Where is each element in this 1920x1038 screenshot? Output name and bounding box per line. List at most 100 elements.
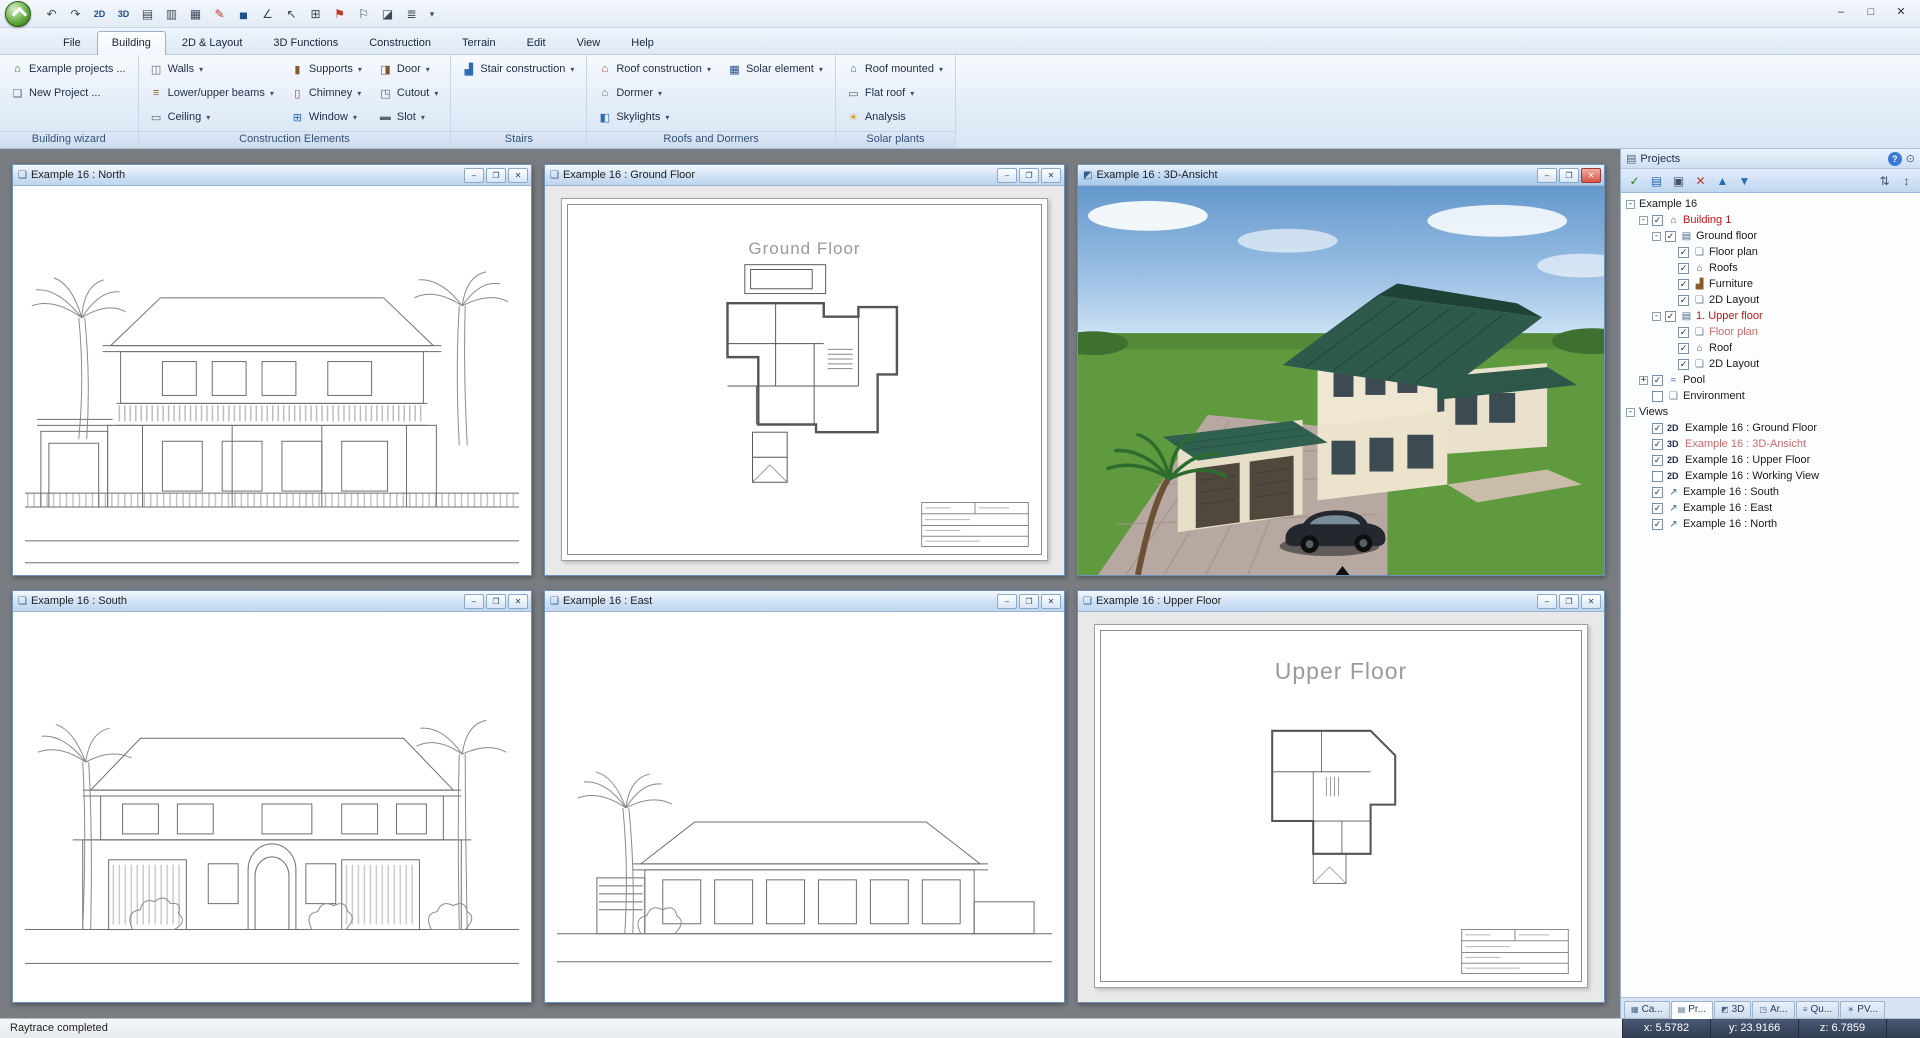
close-button[interactable]: ✕ xyxy=(508,594,528,609)
restore-button[interactable]: ❐ xyxy=(1019,594,1039,609)
checkbox[interactable]: ✓ xyxy=(1652,487,1663,498)
checkbox[interactable]: ✓ xyxy=(1678,343,1689,354)
sort-ascending-button[interactable]: ⇅ xyxy=(1875,171,1894,190)
tree-item-ground-floor-plan[interactable]: ✓ ❏ Floor plan xyxy=(1623,244,1918,260)
checkbox[interactable]: ✓ xyxy=(1678,279,1689,290)
close-button[interactable]: ✕ xyxy=(508,168,528,183)
print-button[interactable]: ▣ xyxy=(1669,171,1688,190)
apply-check-button[interactable]: ✓ xyxy=(1625,171,1644,190)
tree-item-ground-floor[interactable]: - ✓ ▤ Ground floor xyxy=(1623,228,1918,244)
report-button[interactable]: ▤ xyxy=(1647,171,1666,190)
checkbox-unchecked[interactable] xyxy=(1652,391,1663,402)
flat-roof-button[interactable]: ▭ Flat roof ▾ xyxy=(842,85,949,102)
minimize-button[interactable]: – xyxy=(997,168,1017,183)
checkbox[interactable]: ✓ xyxy=(1678,295,1689,306)
layers-icon[interactable]: ≣ xyxy=(402,4,421,24)
tab-construction[interactable]: Construction xyxy=(354,31,446,54)
north-elevation-view[interactable] xyxy=(13,186,531,575)
checkbox[interactable]: ✓ xyxy=(1678,263,1689,274)
supports-button[interactable]: ▮ Supports ▾ xyxy=(286,61,368,78)
pen-icon[interactable]: ✎ xyxy=(210,4,229,24)
tab-2d-layout[interactable]: 2D & Layout xyxy=(167,31,258,54)
expander-icon[interactable]: - xyxy=(1652,232,1661,241)
tree-item-upper-roof[interactable]: ✓ ⌂ Roof xyxy=(1623,340,1918,356)
redo-icon[interactable]: ↷ xyxy=(66,4,85,24)
tree-item-furniture[interactable]: ✓ ▟ Furniture xyxy=(1623,276,1918,292)
chimney-button[interactable]: ▯ Chimney ▾ xyxy=(286,85,368,102)
dropdown-arrow-icon[interactable]: ▾ xyxy=(199,65,203,74)
checkbox[interactable]: ✓ xyxy=(1652,375,1663,386)
tree-item-view-east[interactable]: ✓ ↗ Example 16 : East xyxy=(1623,500,1918,516)
tree-item-views[interactable]: - Views xyxy=(1623,404,1918,420)
tree-item-upper-floor[interactable]: - ✓ ▤ 1. Upper floor xyxy=(1623,308,1918,324)
tab-quantities[interactable]: ≡Qu... xyxy=(1796,1001,1839,1018)
close-button[interactable]: ✕ xyxy=(1041,168,1061,183)
expander-icon[interactable]: + xyxy=(1639,376,1648,385)
expander-icon[interactable]: - xyxy=(1626,200,1635,209)
tab-help[interactable]: Help xyxy=(616,31,669,54)
restore-button[interactable]: ❐ xyxy=(1559,168,1579,183)
tree-item-view-3d-ansicht[interactable]: ✓ 3D Example 16 : 3D-Ansicht xyxy=(1623,436,1918,452)
tab-file[interactable]: File xyxy=(48,31,96,54)
minimize-button[interactable]: – xyxy=(464,594,484,609)
view-3d-icon[interactable]: 3D xyxy=(114,4,133,24)
checkbox[interactable]: ✓ xyxy=(1665,231,1676,242)
roof-construction-button[interactable]: ⌂ Roof construction ▾ xyxy=(593,61,717,77)
tab-area[interactable]: ◳Ar... xyxy=(1752,1001,1794,1018)
checkbox[interactable]: ✓ xyxy=(1652,423,1663,434)
tree-item-view-upper-floor[interactable]: ✓ 2D Example 16 : Upper Floor xyxy=(1623,452,1918,468)
example-projects-button[interactable]: ⌂ Example projects ... xyxy=(6,61,132,77)
eraser-icon[interactable]: ◪ xyxy=(378,4,397,24)
minimize-button[interactable]: – xyxy=(1537,594,1557,609)
tree-item-roofs[interactable]: ✓ ⌂ Roofs xyxy=(1623,260,1918,276)
tree-item-2d-layout-upper[interactable]: ✓ ❏ 2D Layout xyxy=(1623,356,1918,372)
flag-red-icon[interactable]: ⚑ xyxy=(330,4,349,24)
snap-grid-icon[interactable]: ⊞ xyxy=(306,4,325,24)
view-2d-icon[interactable]: 2D xyxy=(90,4,109,24)
tab-edit[interactable]: Edit xyxy=(512,31,561,54)
window-ground-floor-titlebar[interactable]: ❏ Example 16 : Ground Floor – ❐ ✕ xyxy=(545,165,1064,186)
minimize-button[interactable]: – xyxy=(464,168,484,183)
tree-item-view-ground-floor[interactable]: ✓ 2D Example 16 : Ground Floor xyxy=(1623,420,1918,436)
minimize-button[interactable]: – xyxy=(997,594,1017,609)
dropdown-arrow-icon[interactable]: ▾ xyxy=(353,113,357,122)
pin-icon[interactable]: ⊙ xyxy=(1906,152,1915,165)
dropdown-arrow-icon[interactable]: ▾ xyxy=(570,65,574,74)
window-north-titlebar[interactable]: ❏ Example 16 : North – ❐ ✕ xyxy=(13,165,531,186)
tree-item-2d-layout-ground[interactable]: ✓ ❏ 2D Layout xyxy=(1623,292,1918,308)
checkbox-unchecked[interactable] xyxy=(1652,471,1663,482)
solar-element-button[interactable]: ▦ Solar element ▾ xyxy=(723,61,829,78)
window-button[interactable]: ⊞ Window ▾ xyxy=(286,109,368,126)
tab-view[interactable]: View xyxy=(562,31,616,54)
tab-3d-functions[interactable]: 3D Functions xyxy=(258,31,353,54)
checkbox[interactable]: ✓ xyxy=(1652,503,1663,514)
checkbox[interactable]: ✓ xyxy=(1678,327,1689,338)
tree-item-example-16[interactable]: - Example 16 xyxy=(1623,196,1918,212)
roof-mounted-button[interactable]: ⌂ Roof mounted ▾ xyxy=(842,61,949,77)
render-3d-view[interactable] xyxy=(1078,186,1604,575)
tree-item-building-1[interactable]: - ✓ ⌂ Building 1 xyxy=(1623,212,1918,228)
skylights-button[interactable]: ◧ Skylights ▾ xyxy=(593,109,717,126)
checkbox[interactable]: ✓ xyxy=(1678,247,1689,258)
restore-button[interactable]: ❐ xyxy=(1019,168,1039,183)
expander-icon[interactable]: - xyxy=(1639,216,1648,225)
dropdown-arrow-icon[interactable]: ▾ xyxy=(707,65,711,74)
checkbox[interactable]: ✓ xyxy=(1665,311,1676,322)
tile-vertical-icon[interactable]: ▥ xyxy=(162,4,181,24)
restore-button[interactable]: ❐ xyxy=(486,594,506,609)
move-up-button[interactable]: ▲ xyxy=(1713,171,1732,190)
dropdown-arrow-icon[interactable]: ▾ xyxy=(658,89,662,98)
delete-button[interactable]: ✕ xyxy=(1691,171,1710,190)
east-elevation-view[interactable] xyxy=(545,612,1064,1002)
walls-button[interactable]: ◫ Walls ▾ xyxy=(145,61,280,78)
angle-measure-icon[interactable]: ∠ xyxy=(258,4,277,24)
checkbox[interactable]: ✓ xyxy=(1652,455,1663,466)
new-project-button[interactable]: ❏ New Project ... xyxy=(6,85,132,102)
app-close-button[interactable]: ✕ xyxy=(1886,2,1916,21)
dropdown-arrow-icon[interactable]: ▾ xyxy=(358,65,362,74)
checkbox[interactable]: ✓ xyxy=(1652,439,1663,450)
window-south-titlebar[interactable]: ❏ Example 16 : South – ❐ ✕ xyxy=(13,591,531,612)
close-button[interactable]: ✕ xyxy=(1581,594,1601,609)
dropdown-arrow-icon[interactable]: ▾ xyxy=(270,89,274,98)
tile-horizontal-icon[interactable]: ▤ xyxy=(138,4,157,24)
